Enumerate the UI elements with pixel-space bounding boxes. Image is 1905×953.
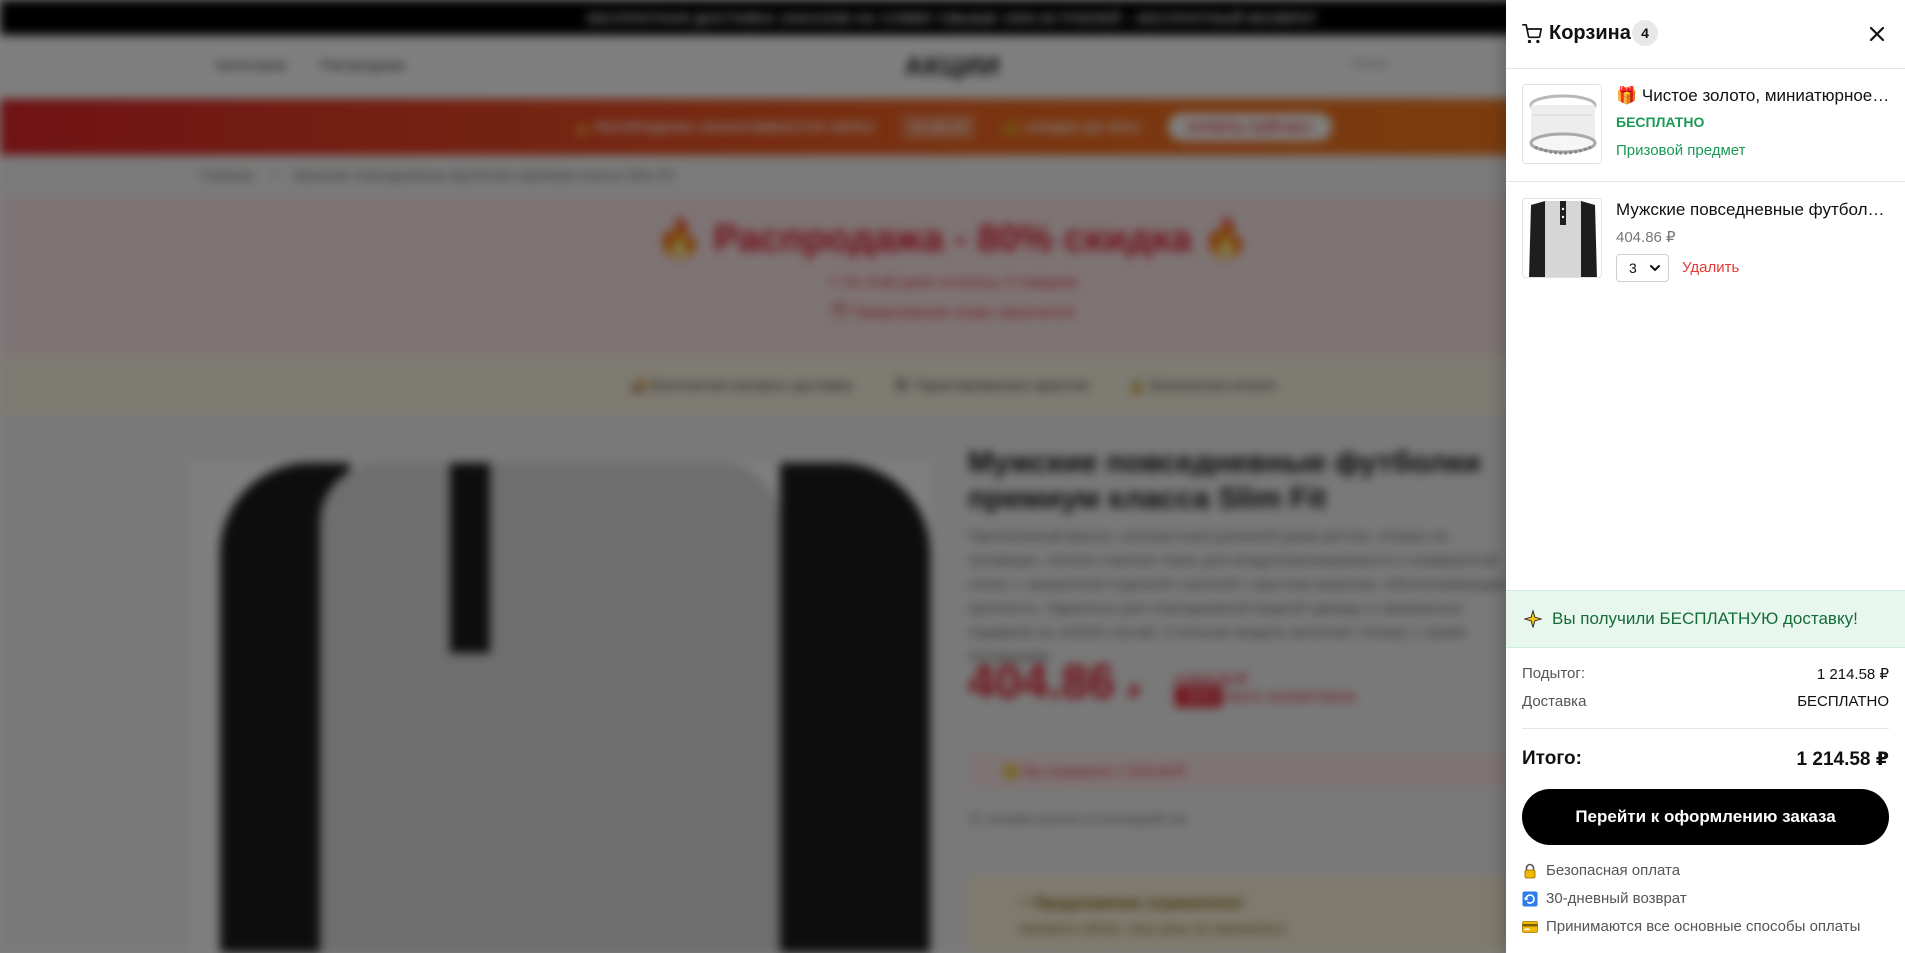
cart-icon	[1522, 24, 1542, 44]
cart-header: Корзина 4	[1506, 0, 1905, 69]
trust-item-return: 30-дневный возврат	[1522, 890, 1687, 907]
subtotal-value: 1 214.58 ₽	[1816, 666, 1889, 683]
sparkle-truck-icon	[1524, 610, 1542, 628]
quantity-value: 3	[1629, 260, 1637, 276]
trust-item-secure: Безопасная оплата	[1522, 862, 1680, 879]
total-row: Итого: 1 214.58 ₽	[1522, 748, 1889, 771]
cart-count-badge: 4	[1632, 20, 1658, 46]
cart-item-image-ring[interactable]	[1522, 84, 1602, 164]
free-shipping-text: Вы получили БЕСПЛАТНУЮ доставку!	[1552, 609, 1858, 628]
total-value: 1 214.58 ₽	[1796, 749, 1889, 770]
cart-item: Мужские повседневные футболки премиум кл…	[1506, 182, 1905, 294]
chevron-down-icon	[1650, 265, 1660, 271]
cart-title: Корзина	[1549, 22, 1631, 44]
cart-item-prize-tag: Призовой предмет	[1616, 142, 1746, 159]
subtotal-label: Подытог:	[1522, 665, 1586, 682]
subtotal-row: Подытог: 1 214.58 ₽	[1522, 665, 1889, 683]
cart-item-price: БЕСПЛАТНО	[1616, 114, 1705, 130]
delivery-row: Доставка БЕСПЛАТНО	[1522, 693, 1889, 710]
delivery-value: БЕСПЛАТНО	[1797, 693, 1889, 710]
cart-item: 🎁 Чистое золото, миниатюрное кольцо БЕСП…	[1506, 69, 1905, 182]
remove-item-button[interactable]: Удалить	[1682, 259, 1739, 276]
lock-icon	[1524, 863, 1536, 878]
delivery-label: Доставка	[1522, 693, 1587, 710]
totals-divider	[1522, 728, 1889, 729]
cart-item-image-shirt[interactable]	[1522, 198, 1602, 278]
close-icon[interactable]	[1865, 22, 1889, 46]
return-icon	[1522, 891, 1538, 906]
free-shipping-banner: Вы получили БЕСПЛАТНУЮ доставку!	[1506, 590, 1905, 648]
trust-text: Безопасная оплата	[1546, 862, 1681, 879]
trust-text: Принимаются все основные способы оплаты	[1546, 918, 1861, 935]
trust-item-payment: Принимаются все основные способы оплаты	[1522, 918, 1860, 935]
cart-item-name[interactable]: 🎁 Чистое золото, миниатюрное кольцо	[1616, 86, 1891, 106]
quantity-select[interactable]: 3	[1616, 254, 1669, 282]
cart-item-price: 404.86 ₽	[1616, 229, 1676, 246]
cart-item-name[interactable]: Мужские повседневные футболки премиум кл…	[1616, 200, 1891, 220]
total-label: Итого:	[1522, 748, 1582, 769]
cart-drawer: Корзина 4 🎁 Чистое золото, миниатюрное к…	[1506, 0, 1905, 953]
card-icon	[1522, 920, 1538, 933]
trust-text: 30-дневный возврат	[1546, 890, 1687, 907]
checkout-button[interactable]: Перейти к оформлению заказа	[1522, 789, 1889, 845]
